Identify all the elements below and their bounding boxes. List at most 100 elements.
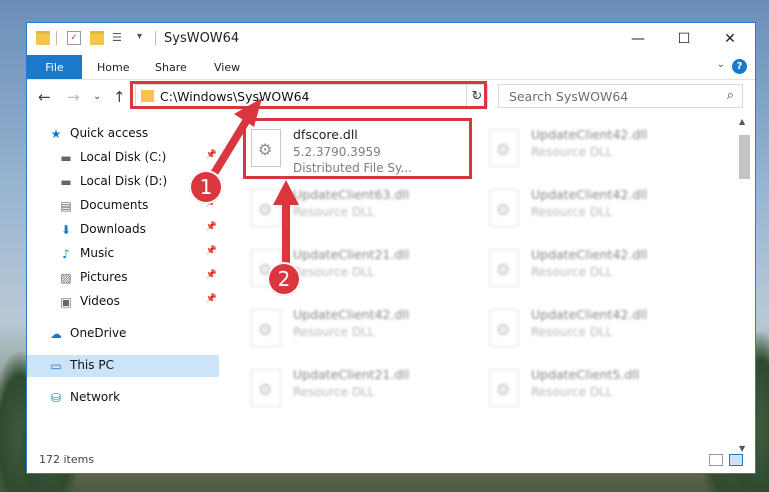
sidebar-item-onedrive[interactable]: ☁ OneDrive — [27, 323, 219, 345]
navigation-pane: ★ Quick access ▬ Local Disk (C:) 📌 ▬ Local Dis… — [27, 115, 219, 455]
chevron-down-icon[interactable]: ▾ — [137, 31, 151, 45]
dll-file-icon: ⚙ — [251, 309, 281, 347]
file-type: Resource DLL — [531, 265, 613, 279]
sidebar-item-downloads[interactable]: ⬇ Downloads 📌 — [27, 219, 219, 241]
file-type: Resource DLL — [293, 325, 375, 339]
maximize-button[interactable]: ☐ — [661, 23, 707, 55]
tab-file[interactable]: File — [27, 55, 82, 79]
scroll-up-icon[interactable]: ▲ — [739, 117, 745, 126]
sidebar-item-videos[interactable]: ▣ Videos 📌 — [27, 291, 219, 313]
search-icon[interactable]: ⌕ — [727, 88, 734, 103]
dll-file-icon: ⚙ — [251, 369, 281, 407]
drive-icon: ▬ — [60, 175, 72, 189]
details-view-icon[interactable] — [709, 454, 723, 466]
step-2-badge: 2 — [267, 262, 301, 296]
tab-view[interactable]: View — [214, 55, 240, 79]
search-placeholder: Search SysWOW64 — [509, 89, 629, 104]
sidebar-item-music[interactable]: ♪ Music 📌 — [27, 243, 219, 265]
file-name: UpdateClient21.dll — [293, 367, 410, 382]
folder-icon[interactable] — [36, 31, 50, 45]
file-tile[interactable]: ⚙ UpdateClient5.dll Resource DLL — [483, 363, 713, 419]
pin-icon[interactable]: 📌 — [206, 246, 217, 256]
sidebar-item-label: OneDrive — [70, 326, 127, 340]
drive-icon: ▬ — [60, 151, 72, 165]
file-tile-highlighted[interactable]: ⚙ dfscore.dll 5.2.3790.3959 Distributed … — [245, 123, 475, 179]
item-count: 172 items — [39, 453, 95, 466]
divider — [155, 31, 156, 45]
file-name: UpdateClient42.dll — [531, 127, 648, 142]
dll-file-icon: ⚙ — [489, 249, 519, 287]
file-name: UpdateClient21.dll — [293, 247, 410, 262]
large-icons-view-icon[interactable] — [729, 454, 743, 466]
expand-ribbon-icon[interactable]: ⌄ — [717, 59, 725, 70]
sidebar-item-this-pc[interactable]: ▭ This PC — [27, 355, 219, 377]
help-icon[interactable]: ? — [732, 59, 747, 74]
network-icon: ⛁ — [50, 391, 62, 405]
vertical-scrollbar[interactable]: ▲ ▼ — [737, 115, 751, 455]
documents-icon: ▤ — [60, 199, 72, 213]
tab-home[interactable]: Home — [97, 55, 129, 79]
customize-quick-access-icon[interactable]: ☰ — [112, 31, 126, 45]
search-input[interactable]: Search SysWOW64 ⌕ — [498, 84, 743, 108]
refresh-button[interactable]: ↻ — [466, 84, 488, 108]
file-tile[interactable]: ⚙ UpdateClient63.dll Resource DLL — [245, 183, 475, 239]
sidebar-item-network[interactable]: ⛁ Network — [27, 387, 219, 409]
file-type: Resource DLL — [293, 385, 375, 399]
address-bar[interactable]: C:\Windows\SysWOW64 ⌄ — [135, 84, 487, 108]
pin-icon[interactable]: 📌 — [206, 222, 217, 232]
sidebar-item-label: This PC — [70, 358, 114, 372]
file-name: UpdateClient42.dll — [531, 187, 648, 202]
sidebar-item-label: Videos — [80, 294, 120, 308]
step-1-badge: 1 — [189, 170, 223, 204]
pin-icon[interactable]: 📌 — [206, 150, 217, 160]
sidebar-item-local-disk-c[interactable]: ▬ Local Disk (C:) 📌 — [27, 147, 219, 169]
new-folder-icon[interactable] — [90, 31, 104, 45]
pin-icon[interactable]: 📌 — [206, 270, 217, 280]
address-path[interactable]: C:\Windows\SysWOW64 — [160, 89, 309, 104]
file-tile[interactable]: ⚙ UpdateClient42.dll Resource DLL — [483, 123, 713, 179]
videos-icon: ▣ — [60, 295, 72, 309]
sidebar-item-label: Network — [70, 390, 121, 404]
forward-arrow-icon[interactable]: → — [67, 88, 80, 106]
star-icon: ★ — [50, 127, 62, 141]
gear-icon: ⚙ — [258, 200, 273, 219]
dll-file-icon: ⚙ — [489, 189, 519, 227]
file-name: UpdateClient42.dll — [293, 307, 410, 322]
back-arrow-icon[interactable]: ← — [38, 88, 51, 106]
file-name: UpdateClient42.dll — [531, 247, 648, 262]
properties-icon[interactable]: ✓ — [67, 31, 81, 45]
file-tile[interactable]: ⚙ UpdateClient42.dll Resource DLL — [483, 243, 713, 299]
file-tile[interactable]: ⚙ UpdateClient42.dll Resource DLL — [483, 183, 713, 239]
file-name: UpdateClient5.dll — [531, 367, 640, 382]
download-icon: ⬇ — [60, 223, 72, 237]
file-version: 5.2.3790.3959 — [293, 145, 381, 159]
up-arrow-icon[interactable]: ↑ — [113, 88, 126, 106]
sidebar-item-label: Documents — [80, 198, 149, 212]
tab-share[interactable]: Share — [155, 55, 187, 79]
file-tile[interactable]: ⚙ UpdateClient42.dll Resource DLL — [245, 303, 475, 359]
dll-file-icon: ⚙ — [251, 189, 281, 227]
minimize-button[interactable]: — — [615, 23, 661, 55]
sidebar-item-pictures[interactable]: ▨ Pictures 📌 — [27, 267, 219, 289]
window-title: SysWOW64 — [164, 31, 240, 46]
sidebar-item-documents[interactable]: ▤Documents📌 — [27, 195, 219, 217]
ribbon: File Home Share View ⌄ ? — [27, 55, 755, 80]
recent-locations-icon[interactable]: ⌄ — [93, 91, 101, 102]
gear-icon: ⚙ — [258, 320, 273, 339]
close-button[interactable]: ✕ — [707, 23, 753, 55]
pin-icon[interactable]: 📌 — [206, 294, 217, 304]
gear-icon: ⚙ — [258, 380, 273, 399]
cloud-icon: ☁ — [50, 327, 62, 341]
status-bar: 172 items — [27, 447, 755, 473]
dll-file-icon: ⚙ — [251, 129, 281, 167]
sidebar-item-label: Local Disk (C:) — [80, 150, 167, 164]
file-tile[interactable]: ⚙ UpdateClient21.dll Resource DLL — [245, 363, 475, 419]
sidebar-item-label: Downloads — [80, 222, 146, 236]
gear-icon: ⚙ — [496, 140, 511, 159]
folder-icon — [141, 90, 154, 102]
scrollbar-thumb[interactable] — [739, 135, 750, 179]
dll-file-icon: ⚙ — [489, 369, 519, 407]
file-tile[interactable]: ⚙ UpdateClient42.dll Resource DLL — [483, 303, 713, 359]
file-type: Resource DLL — [293, 205, 375, 219]
sidebar-item-quick-access[interactable]: ★ Quick access — [27, 123, 219, 145]
